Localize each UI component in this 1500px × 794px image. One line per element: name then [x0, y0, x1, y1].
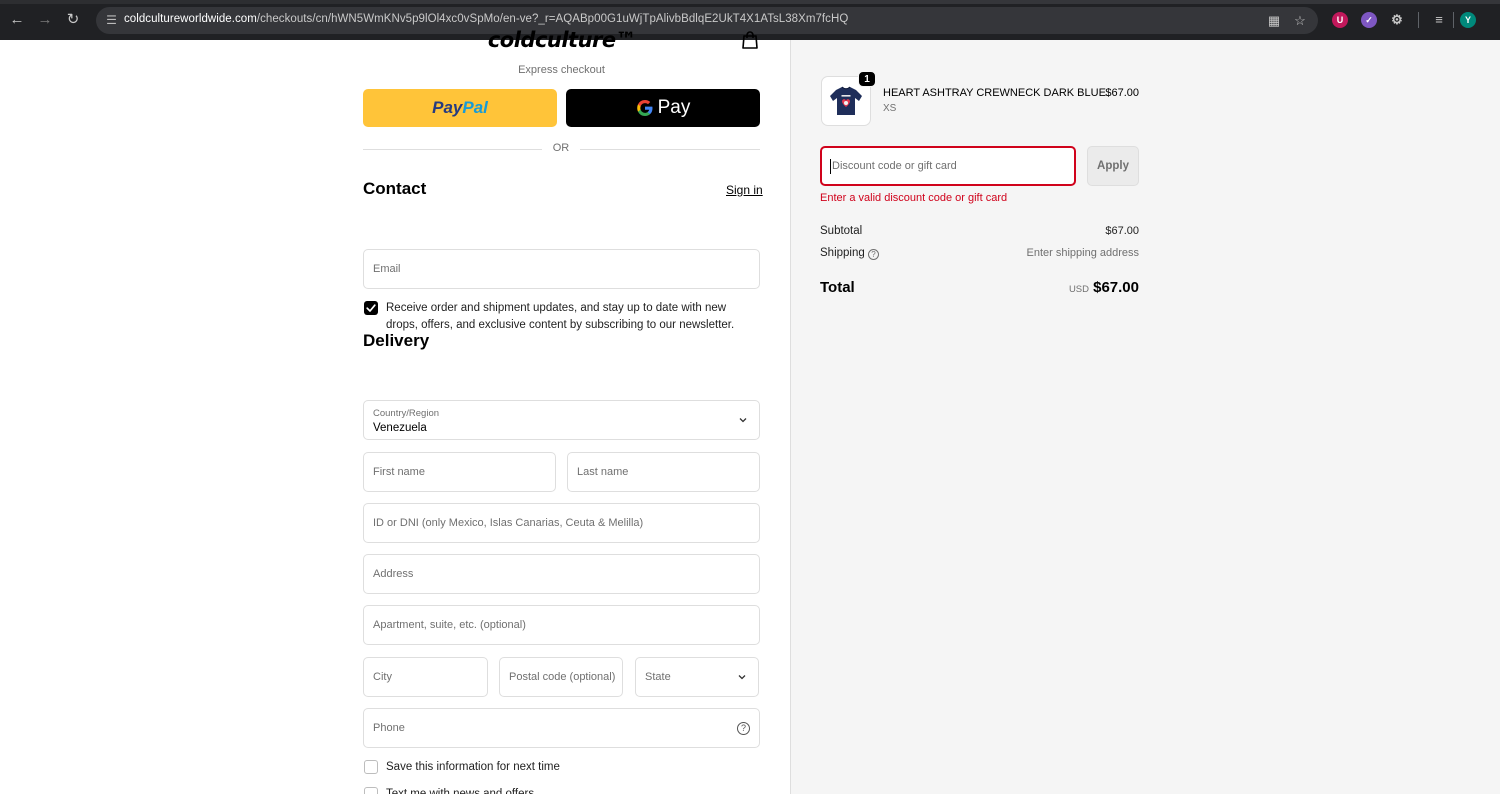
state-select[interactable]: State [635, 657, 759, 697]
reading-list-icon[interactable]: ≡ [1431, 12, 1447, 28]
logo-text: coldculture™ [488, 28, 636, 52]
country-label: Country/Region [373, 408, 440, 419]
shipping-value: Enter shipping address [1026, 247, 1139, 259]
email-placeholder: Email [373, 263, 401, 275]
toolbar-separator [1418, 12, 1419, 28]
chevron-down-icon [738, 675, 746, 680]
forward-icon[interactable]: → [36, 11, 54, 29]
checkmark-icon [366, 304, 376, 312]
discount-placeholder: Discount code or gift card [832, 160, 957, 172]
url-path: /checkouts/cn/hWN5WmKNv5p9lOl4xc0vSpMo/e… [256, 13, 849, 25]
google-g-icon [636, 99, 653, 117]
address-bar[interactable]: ☰ coldcultureworldwide.com/checkouts/cn/… [96, 7, 1318, 34]
url-text[interactable]: coldcultureworldwide.com/checkouts/cn/hW… [124, 13, 848, 25]
address-placeholder: Address [373, 568, 414, 580]
newsletter-text: Receive order and shipment updates, and … [386, 302, 735, 331]
last-name-field[interactable]: Last name [567, 452, 760, 492]
newsletter-checkbox[interactable] [364, 301, 378, 315]
city-field[interactable]: City [363, 657, 488, 697]
shield-extension-icon[interactable]: U [1332, 12, 1348, 28]
shopping-bag-icon[interactable] [741, 30, 759, 50]
save-info-text: Save this information for next time [386, 761, 560, 773]
back-icon[interactable]: ← [8, 11, 26, 29]
contact-heading: Contact [363, 179, 427, 198]
subtotal-label: Subtotal [820, 225, 863, 237]
coldculture-logo[interactable]: coldculture™ [476, 27, 648, 53]
quantity-badge: 1 [858, 71, 876, 87]
product-variant: XS [883, 103, 897, 114]
divider [580, 149, 760, 150]
apply-discount-button[interactable]: Apply [1087, 146, 1139, 186]
shipping-help-icon[interactable]: ? [868, 249, 879, 260]
apartment-field[interactable]: Apartment, suite, etc. (optional) [363, 605, 760, 645]
discount-code-input[interactable]: Discount code or gift card [820, 146, 1076, 186]
extensions-puzzle-icon[interactable]: ⚙ [1389, 12, 1405, 28]
phone-field[interactable]: Phone ? [363, 708, 760, 748]
country-select[interactable]: Country/Region Venezuela [363, 400, 760, 440]
product-price: $67.00 [1105, 87, 1139, 99]
paypal-pal-text: Pal [462, 98, 488, 117]
phone-placeholder: Phone [373, 722, 405, 734]
or-separator: OR [552, 142, 570, 154]
chevron-down-icon [739, 418, 747, 423]
google-pay-button[interactable]: Pay [566, 89, 760, 127]
email-field[interactable]: Email [363, 249, 760, 289]
divider [363, 149, 542, 150]
discount-error-message: Enter a valid discount code or gift card [820, 192, 1008, 204]
paypal-button[interactable]: Pay Pal [363, 89, 557, 127]
last-name-placeholder: Last name [577, 466, 629, 478]
first-name-placeholder: First name [373, 466, 425, 478]
reload-icon[interactable]: ↻ [64, 11, 82, 29]
express-checkout-label: Express checkout [518, 64, 605, 76]
id-dni-placeholder: ID or DNI (only Mexico, Islas Canarias, … [373, 517, 644, 529]
toolbar-separator [1453, 12, 1454, 28]
site-settings-icon[interactable]: ☰ [104, 13, 119, 28]
shipping-label: Shipping [820, 247, 865, 259]
id-dni-field[interactable]: ID or DNI (only Mexico, Islas Canarias, … [363, 503, 760, 543]
total-currency: USD [1068, 284, 1089, 295]
address-field[interactable]: Address [363, 554, 760, 594]
bookmark-star-icon[interactable]: ☆ [1292, 13, 1308, 29]
google-pay-label: Pay [657, 97, 691, 118]
phone-help-icon[interactable]: ? [737, 722, 750, 735]
save-info-checkbox[interactable] [364, 760, 378, 774]
state-placeholder: State [645, 671, 671, 683]
delivery-heading: Delivery [363, 331, 430, 350]
first-name-field[interactable]: First name [363, 452, 556, 492]
sign-in-link[interactable]: Sign in [726, 183, 763, 197]
text-offers-text: Text me with news and offers [386, 788, 535, 794]
subtotal-value: $67.00 [1105, 225, 1139, 237]
total-value: $67.00 [1093, 279, 1139, 296]
profile-avatar[interactable]: Y [1460, 12, 1476, 28]
apartment-placeholder: Apartment, suite, etc. (optional) [373, 619, 526, 631]
active-tab-strip[interactable] [0, 0, 380, 4]
total-label: Total [820, 279, 855, 296]
paypal-pay-text: Pay [432, 98, 463, 117]
city-placeholder: City [373, 671, 392, 683]
text-caret [830, 159, 831, 174]
translate-icon[interactable]: ▦ [1266, 13, 1282, 29]
postal-code-field[interactable]: Postal code (optional) [499, 657, 623, 697]
url-host: coldcultureworldwide.com [124, 13, 257, 25]
postal-code-placeholder: Postal code (optional) [509, 671, 616, 683]
extension-icon[interactable]: ✓ [1361, 12, 1377, 28]
country-value: Venezuela [373, 422, 427, 434]
text-offers-checkbox[interactable] [364, 787, 378, 794]
